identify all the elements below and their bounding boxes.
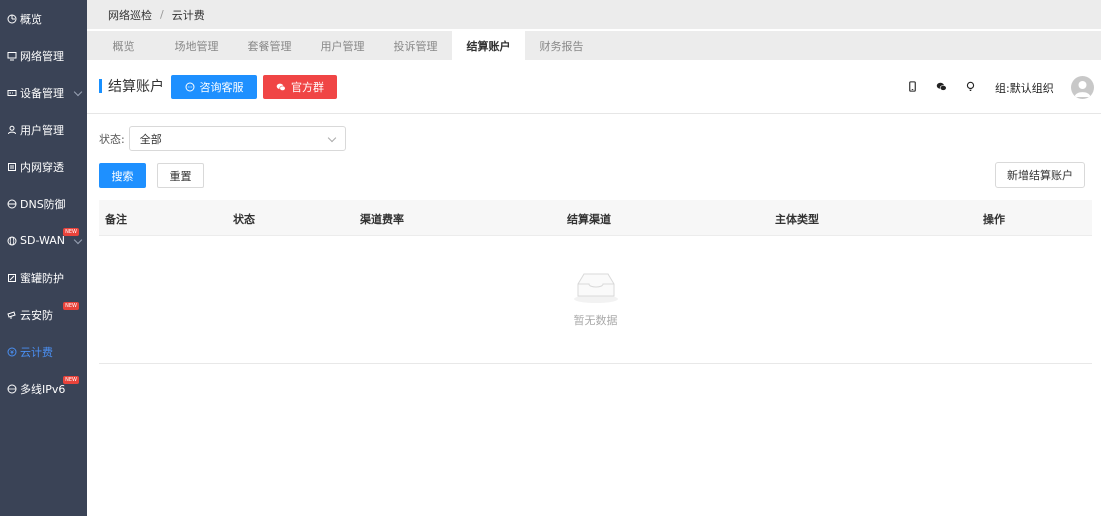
honeypot-icon [6,272,18,284]
tunnel-icon [6,161,18,173]
chat-icon [185,82,194,92]
breadcrumb-item[interactable]: 网络巡检 [108,7,152,23]
consult-service-label: 咨询客服 [199,81,244,94]
search-button[interactable]: 搜索 [99,163,146,188]
page-title-wrap: 结算账户 [99,77,164,95]
tab-package-management[interactable]: 套餐管理 [233,31,306,60]
wechat-icon[interactable] [935,80,947,92]
title-accent-bar [99,79,102,93]
breadcrumb: 网络巡检 / 云计费 [87,0,1101,29]
sidebar-item-overview[interactable]: 概览 [0,0,87,37]
org-selector[interactable]: 组:默认组织 [995,80,1054,96]
tab-complaint-management[interactable]: 投诉管理 [379,31,452,60]
sidebar-item-cloud-security[interactable]: 云安防 NEW [0,296,87,333]
table-header: 备注 状态 渠道费率 结算渠道 主体类型 操作 [99,200,1092,236]
user-avatar-icon [1074,81,1091,97]
chevron-down-icon [73,87,83,97]
sidebar-item-tunnel[interactable]: 内网穿透 [0,148,87,185]
sidebar-item-user[interactable]: 用户管理 [0,111,87,148]
column-header-remark: 备注 [105,213,127,226]
reset-button[interactable]: 重置 [157,163,204,188]
sidebar: 概览 网络管理 设备管理 用户管理 内网穿透 DNS防御 SD-WAN NEW … [0,0,87,516]
new-badge: NEW [63,376,79,384]
globe-icon [6,383,18,395]
sidebar-item-label: 云安防 [20,308,53,322]
tab-financial-report[interactable]: 财务报告 [525,31,598,60]
sidebar-item-label: 云计费 [20,345,53,359]
sidebar-item-label: 蜜罐防护 [20,271,64,285]
tab-bar: 概览 场地管理 套餐管理 用户管理 投诉管理 结算账户 财务报告 [87,31,1101,60]
add-settlement-account-button[interactable]: 新增结算账户 [995,162,1085,188]
tab-settlement-account[interactable]: 结算账户 [452,31,525,60]
sidebar-item-label: 多线IPv6 [20,382,66,396]
sidebar-item-label: SD-WAN [20,234,66,247]
sidebar-item-network[interactable]: 网络管理 [0,37,87,74]
dashboard-icon [6,13,18,25]
empty-state-text: 暂无数据 [573,314,618,327]
sidebar-item-sdwan[interactable]: SD-WAN NEW [0,222,87,259]
chevron-down-icon [327,133,336,143]
user-icon [6,124,18,136]
column-header-entity-type: 主体类型 [775,213,819,226]
sidebar-item-device[interactable]: 设备管理 [0,74,87,111]
sidebar-item-label: DNS防御 [20,197,66,211]
official-group-button[interactable]: 官方群 [263,75,337,99]
sidebar-item-label: 设备管理 [20,86,64,100]
chevron-down-icon [73,235,83,245]
status-filter-label: 状态: [99,132,125,146]
sidebar-item-dns[interactable]: DNS防御 [0,185,87,222]
status-filter: 状态: 全部 [99,126,346,151]
mobile-icon[interactable] [906,80,918,92]
sidebar-item-label: 网络管理 [20,49,64,63]
wechat-icon [276,83,286,91]
device-icon [6,87,18,99]
monitor-icon [6,50,18,62]
new-badge: NEW [63,302,79,310]
tab-user-management[interactable]: 用户管理 [306,31,379,60]
empty-box-icon [574,273,618,303]
sidebar-item-ipv6[interactable]: 多线IPv6 NEW [0,370,87,407]
sidebar-item-label: 内网穿透 [20,160,64,174]
camera-icon [6,309,18,321]
tab-site-management[interactable]: 场地管理 [160,31,233,60]
globe-icon [6,235,18,247]
table-body: 暂无数据 [99,236,1092,364]
consult-service-button[interactable]: 咨询客服 [171,75,257,99]
column-header-actions: 操作 [983,213,1005,226]
new-badge: NEW [63,228,79,236]
billing-icon [6,346,18,358]
sidebar-item-label: 概览 [20,12,42,26]
sidebar-item-billing[interactable]: 云计费 [0,333,87,370]
lightbulb-icon[interactable] [964,80,976,92]
tab-overview[interactable]: 概览 [87,31,160,60]
breadcrumb-item: 云计费 [171,8,205,22]
page-header: 结算账户 咨询客服 官方群 组:默认组织 [87,60,1101,114]
column-header-channel-rate: 渠道费率 [360,213,404,226]
status-select-value: 全部 [139,132,162,146]
column-header-status: 状态 [233,213,255,226]
breadcrumb-separator: / [160,8,164,21]
status-select[interactable]: 全部 [128,126,346,151]
official-group-label: 官方群 [291,81,324,94]
avatar[interactable] [1071,76,1094,99]
shield-icon [6,198,18,210]
sidebar-item-label: 用户管理 [20,123,64,137]
sidebar-item-honeypot[interactable]: 蜜罐防护 [0,259,87,296]
column-header-settlement-channel: 结算渠道 [567,213,611,226]
page-title: 结算账户 [108,79,164,95]
